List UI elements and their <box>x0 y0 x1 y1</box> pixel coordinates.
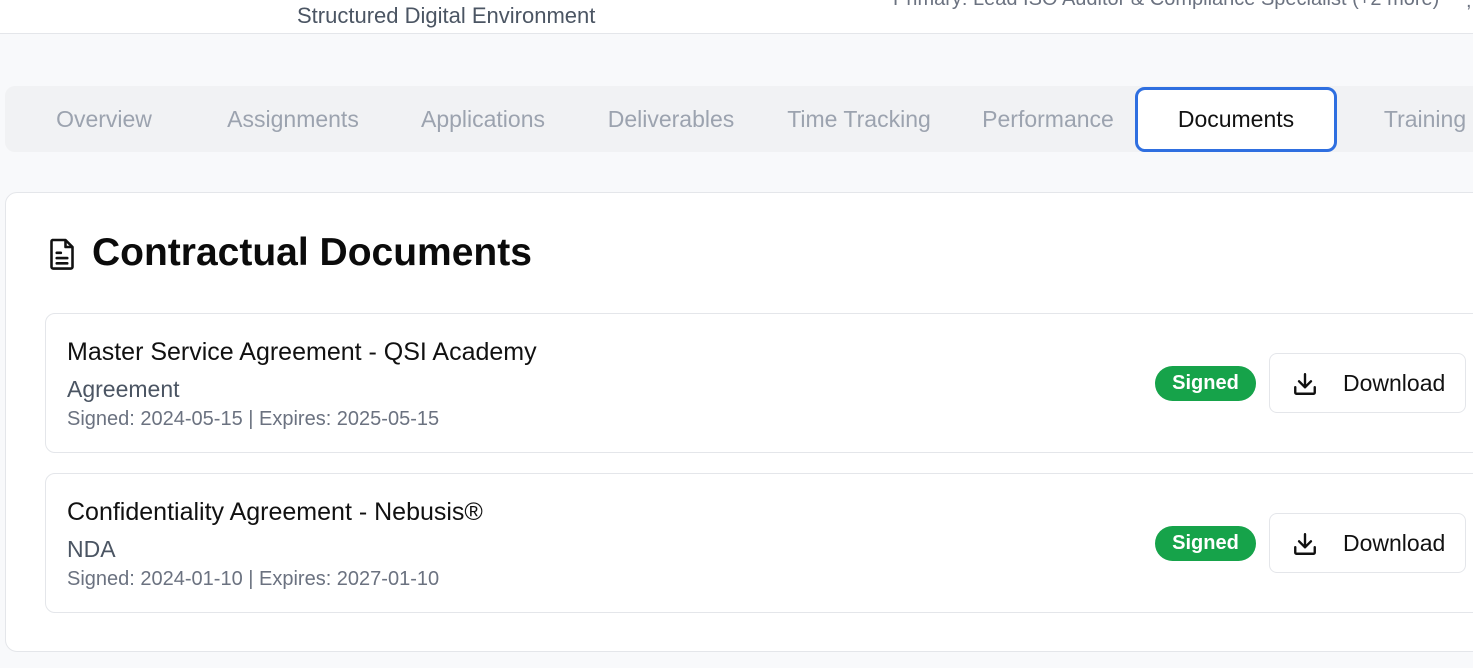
document-name: Master Service Agreement - QSI Academy <box>67 338 537 366</box>
section-title: Contractual Documents <box>92 231 532 274</box>
document-dates: Signed: 2024-01-10 | Expires: 2027-01-10 <box>67 568 440 590</box>
tab-training[interactable]: Training <box>1375 86 1473 152</box>
user-role-text: Primary: Lead ISO Auditor & Compliance S… <box>893 0 1439 11</box>
download-button[interactable]: Download <box>1269 513 1466 573</box>
download-button[interactable]: Download <box>1269 353 1466 413</box>
top-header: Structured Digital Environment Primary: … <box>0 0 1473 34</box>
tab-overview[interactable]: Overview <box>5 86 203 152</box>
tab-applications[interactable]: Applications <box>383 86 583 152</box>
tab-documents[interactable]: Documents <box>1135 87 1337 152</box>
tab-bar: Overview Assignments Applications Delive… <box>5 86 1473 152</box>
tab-deliverables[interactable]: Deliverables <box>571 86 771 152</box>
status-badge: Signed <box>1155 366 1256 401</box>
role-separator: , <box>1466 0 1472 12</box>
document-dates: Signed: 2024-05-15 | Expires: 2025-05-15 <box>67 408 440 430</box>
document-type: NDA <box>67 536 116 562</box>
document-icon <box>50 238 74 270</box>
document-name: Confidentiality Agreement - Nebusis® <box>67 498 483 526</box>
download-label: Download <box>1343 530 1446 556</box>
download-icon <box>1294 533 1316 555</box>
app-subtitle: Structured Digital Environment <box>297 3 596 28</box>
tab-performance[interactable]: Performance <box>948 86 1148 152</box>
tab-assignments[interactable]: Assignments <box>193 86 393 152</box>
documents-card: Contractual Documents Master Service Agr… <box>5 192 1473 652</box>
download-icon <box>1294 373 1316 395</box>
document-type: Agreement <box>67 376 180 402</box>
status-badge: Signed <box>1155 526 1256 561</box>
document-item: Confidentiality Agreement - Nebusis® NDA… <box>45 473 1473 613</box>
document-item: Master Service Agreement - QSI Academy A… <box>45 313 1473 453</box>
tab-time-tracking[interactable]: Time Tracking <box>759 86 959 152</box>
download-label: Download <box>1343 370 1446 396</box>
